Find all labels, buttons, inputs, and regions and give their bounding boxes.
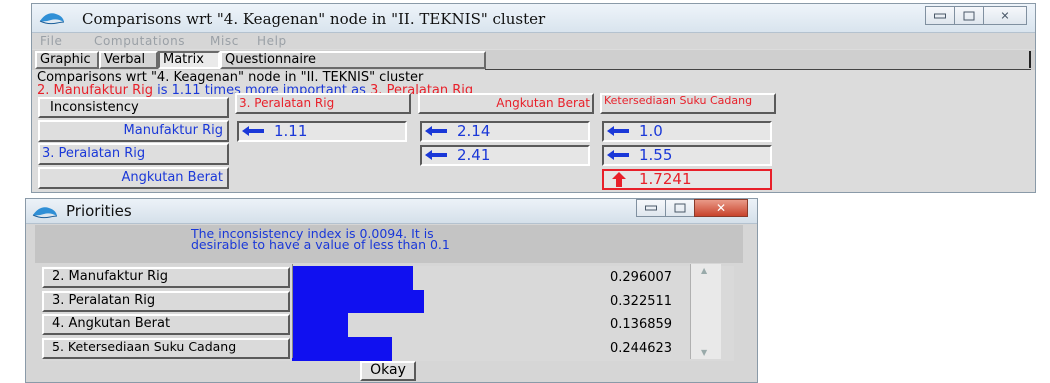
info-node-a: 2. Manufaktur Rig [37,83,153,98]
priority-bar [292,290,424,314]
title-bar[interactable]: Comparisons wrt "4. Keagenan" node in "I… [32,4,1035,33]
tab-verbal[interactable]: Verbal [99,51,158,69]
matrix-cell-r1c3[interactable]: 1.0 [602,121,772,142]
matrix-cell-r1c2[interactable]: 2.14 [420,121,590,142]
tab-divider-end [1029,51,1031,68]
priorities-title-bar[interactable]: Priorities ✕ [26,199,757,224]
cell-value: 1.11 [274,122,308,140]
menu-bar: File Computations Misc Help [32,33,1035,49]
priority-value: 0.244623 [610,341,673,356]
inconsistency-button[interactable]: Inconsistency [38,97,229,118]
cell-value: 1.7241 [639,170,692,188]
priority-bar [292,313,348,337]
arrow-left-icon [607,150,629,160]
menu-misc[interactable]: Misc [210,34,239,48]
cell-value: 2.41 [457,146,491,164]
priority-label: 5. Ketersediaan Suku Cadang [42,338,290,359]
matrix-cell-r1c1[interactable]: 1.11 [237,121,407,142]
matrix-cell-r2c3[interactable]: 1.55 [602,145,772,166]
minimize-icon [934,13,946,18]
col-header-ketersediaan[interactable]: Ketersediaan Suku Cadang [600,93,776,114]
priority-row: 5. Ketersediaan Suku Cadang 0.244623 [42,337,734,361]
col-header-peralatan[interactable]: 3. Peralatan Rig [235,93,411,114]
priorities-title: Priorities [66,202,132,220]
priority-bar-track [292,337,592,361]
priority-scrollbar[interactable]: ▲ ▼ [690,264,721,359]
tab-matrix[interactable]: Matrix [158,51,220,69]
priority-bar-track [292,290,592,314]
priority-bar-track [292,266,592,290]
priority-bar [292,337,392,361]
close-icon: ✕ [715,201,727,215]
scroll-up-icon[interactable]: ▲ [701,266,707,275]
close-button[interactable]: ✕ [983,6,1027,25]
app-icon [39,13,65,25]
priority-label: 3. Peralatan Rig [42,291,290,312]
tab-questionnaire[interactable]: Questionnaire [220,51,486,69]
minimize-button[interactable] [636,199,666,217]
tab-bar: Graphic Verbal Matrix Questionnaire [32,50,1035,70]
tab-graphic[interactable]: Graphic [35,51,99,69]
priority-row: 3. Peralatan Rig 0.322511 [42,290,734,314]
priority-row: 2. Manufaktur Rig 0.296007 [42,266,734,290]
bar-axis-line [292,264,293,358]
cell-value: 1.55 [639,146,673,164]
cell-value: 2.14 [457,122,491,140]
minimize-icon [645,205,657,211]
okay-button[interactable]: Okay [360,361,416,381]
menu-file[interactable]: File [40,34,62,48]
arrow-left-icon [425,126,447,136]
priority-label: 2. Manufaktur Rig [42,267,290,288]
arrow-left-icon [607,126,629,136]
priority-value: 0.322511 [610,294,673,309]
menu-help[interactable]: Help [257,34,287,48]
close-icon: ✕ [1000,9,1010,22]
arrow-left-icon [242,126,264,136]
window-title: Comparisons wrt "4. Keagenan" node in "I… [82,10,546,28]
close-button[interactable]: ✕ [694,199,748,217]
maximize-icon [674,203,686,213]
priority-value: 0.296007 [610,270,673,285]
priorities-window: Priorities ✕ The inconsistency index is … [25,198,758,383]
priority-label: 4. Angkutan Berat [42,314,290,335]
row-header-manufaktur[interactable]: Manufaktur Rig [38,120,229,142]
row-header-peralatan[interactable]: 3. Peralatan Rig [38,143,229,165]
matrix-cell-r2c2[interactable]: 2.41 [420,145,590,166]
priority-bar-track [292,313,592,337]
comparison-window: Comparisons wrt "4. Keagenan" node in "I… [31,3,1036,193]
row-header-angkutan[interactable]: Angkutan Berat [38,167,229,189]
inconsistency-message: The inconsistency index is 0.0094. It is… [191,226,450,252]
matrix-cell-r3c3[interactable]: 1.7241 [602,169,772,190]
priority-value: 0.136859 [610,317,673,332]
minimize-button[interactable] [925,6,955,25]
col-header-angkutan[interactable]: Angkutan Berat [418,93,594,114]
maximize-button[interactable] [665,199,695,217]
maximize-icon [963,11,975,20]
arrow-up-icon [612,172,626,187]
cell-value: 1.0 [639,122,663,140]
app-icon [32,207,58,219]
scroll-down-icon[interactable]: ▼ [701,348,707,357]
menu-computations[interactable]: Computations [94,34,185,48]
maximize-button[interactable] [954,6,984,25]
arrow-left-icon [425,150,447,160]
priority-bar [292,266,413,290]
tab-divider [485,69,1031,70]
priority-row: 4. Angkutan Berat 0.136859 [42,313,734,337]
inconsistency-message-box: The inconsistency index is 0.0094. It is… [35,225,743,263]
